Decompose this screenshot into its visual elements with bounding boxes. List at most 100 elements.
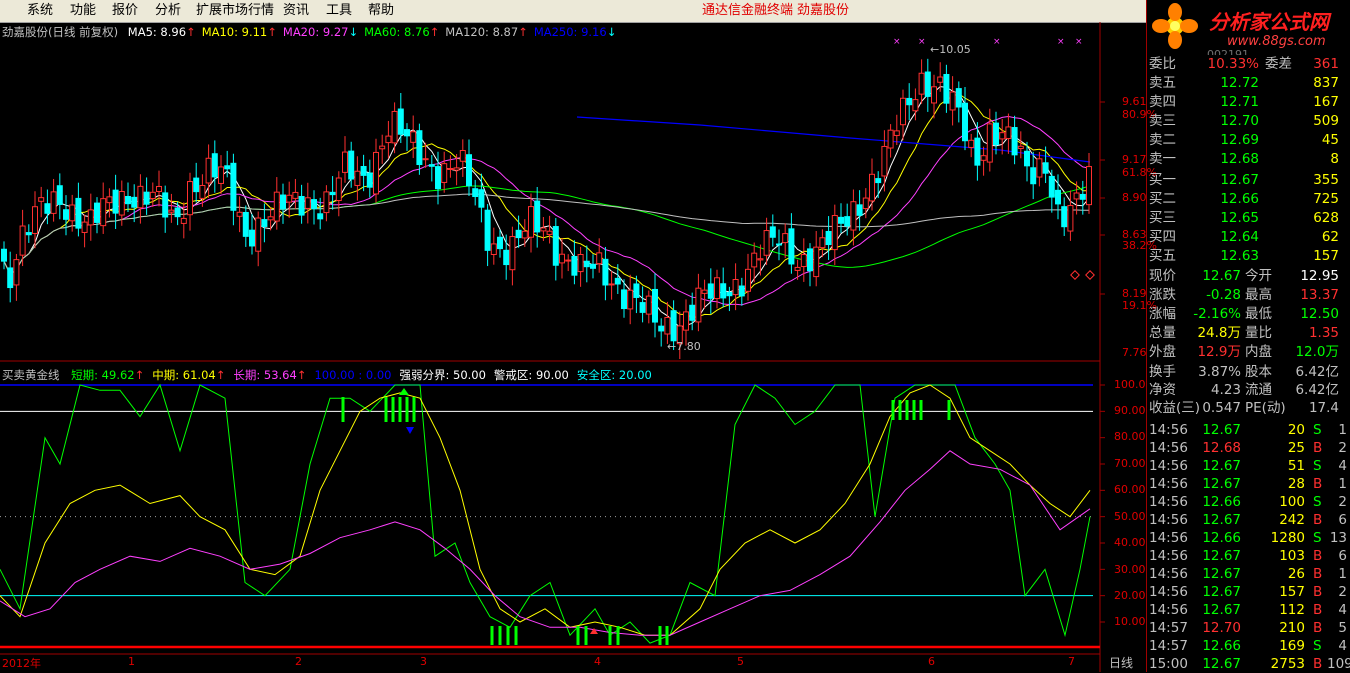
candle-body [1024, 150, 1030, 167]
candle-body [900, 97, 906, 126]
quote-stat-label: 流通 [1245, 382, 1272, 398]
menu-help[interactable]: 帮助 [368, 2, 394, 20]
candle-body [813, 246, 820, 278]
candle-body [391, 110, 398, 144]
price-axis-label: 9.17 [1122, 153, 1147, 166]
tick-time: 14:56 [1149, 458, 1188, 474]
indicator-axis-label: 50.00 [1114, 510, 1146, 523]
candle-body [453, 167, 460, 171]
tick-side: S [1313, 422, 1322, 438]
candle-body [763, 230, 770, 256]
candle-body [546, 230, 553, 235]
sell-level-label: 卖五 [1149, 75, 1176, 91]
candle-body [856, 204, 863, 216]
quote-stat-value: -0.28 [1206, 287, 1241, 303]
tick-volume: 169 [1279, 638, 1305, 654]
candle-body [751, 252, 758, 268]
period-label[interactable]: 日线 [1109, 654, 1133, 671]
candle-body [38, 197, 45, 202]
menu-analysis[interactable]: 分析 [155, 2, 181, 20]
indicator-trend-arrow: ↑ [215, 368, 226, 382]
quote-stat-value: 12.95 [1300, 268, 1339, 284]
candle-body [528, 206, 534, 238]
buy-level-row: 买四 12.64 62 [1147, 228, 1350, 247]
candle-body [931, 86, 937, 104]
quote-stat-value: 3.87% [1198, 364, 1241, 380]
kline-chart[interactable]: × × × × × [0, 22, 1147, 672]
time-axis-label: 4 [594, 655, 601, 668]
candle-body [1055, 189, 1061, 205]
tick-price: 12.67 [1202, 584, 1241, 600]
tick-volume: 112 [1279, 602, 1305, 618]
tick-time: 14:56 [1149, 494, 1188, 510]
tick-row: 14:57 12.70 210 B 5 [1147, 619, 1350, 637]
candle-body [87, 209, 94, 226]
candle-body [552, 226, 559, 266]
candle-body [819, 237, 826, 249]
candle-body [862, 197, 869, 210]
candle-body [348, 150, 355, 180]
menu-tools[interactable]: 工具 [326, 2, 352, 20]
menu-system[interactable]: 系统 [27, 2, 53, 20]
sell-arrow-icon [406, 427, 414, 434]
quote-stat-row: 现价 12.67 今开 12.95 [1147, 267, 1350, 286]
buy-level-label: 买五 [1149, 248, 1176, 264]
candle-body [776, 243, 782, 246]
ma-trend-arrow: ↓ [606, 25, 617, 39]
quote-stat-label: 涨幅 [1149, 306, 1176, 322]
tick-price: 12.67 [1202, 656, 1241, 672]
tick-side: S [1313, 638, 1322, 654]
tick-row: 14:56 12.67 112 B 4 [1147, 601, 1350, 619]
quote-stat-label: 股本 [1245, 364, 1272, 380]
quote-stat-row: 涨跌 -0.28 最高 13.37 [1147, 286, 1350, 305]
menu-extended-market[interactable]: 扩展市场行情 [196, 2, 274, 20]
candle-body [869, 173, 875, 202]
candle-body [1048, 175, 1055, 198]
sell-level-label: 卖一 [1149, 151, 1176, 167]
candle-body [745, 268, 751, 292]
candle-body [218, 166, 224, 184]
quote-stat-value: 0.547 [1202, 400, 1241, 416]
candle-body [1011, 127, 1018, 156]
candle-body [906, 97, 913, 106]
price-axis-label: 7.76 [1122, 346, 1147, 359]
buy-level-price: 12.65 [1220, 210, 1259, 226]
price-grid [0, 22, 1105, 672]
indicator-axis-label: 20.00 [1114, 589, 1146, 602]
menu-quote[interactable]: 报价 [112, 2, 138, 20]
sell-level-price: 12.71 [1220, 94, 1259, 110]
tick-time: 14:56 [1149, 440, 1188, 456]
sell-level-volume: 509 [1313, 113, 1339, 129]
indicator-legend-item: 强弱分界: 50.00 [399, 368, 486, 382]
quote-panel: 委比 10.33% 委差 361 卖五 12.72 837 卖四 12.71 167 卖三 1… [1147, 55, 1350, 672]
quote-stat-label: 收益(三) [1149, 400, 1201, 416]
ma-trend-arrow: ↓ [348, 25, 359, 39]
buy-level-row: 买五 12.63 157 [1147, 247, 1350, 266]
tick-side: S [1313, 494, 1322, 510]
ma-legend-item: MA10: 9.11 [201, 25, 268, 39]
candle-body [955, 88, 962, 108]
quote-stat-label: 量比 [1245, 325, 1272, 341]
sell-level-price: 12.70 [1220, 113, 1259, 129]
price-legend-name: 劲嘉股份(日线 前复权) [2, 25, 119, 39]
candle-body [143, 191, 150, 205]
candle-body [602, 258, 609, 286]
quote-stat-label: 净资 [1149, 382, 1176, 398]
quote-stat-row: 换手 3.87% 股本 6.42亿 [1147, 363, 1350, 382]
tick-row: 14:56 12.67 103 B 6 [1147, 547, 1350, 565]
sell-level-row: 卖三 12.70 509 [1147, 112, 1350, 131]
tick-time: 14:56 [1149, 512, 1188, 528]
candle-body [583, 260, 590, 268]
candle-body [1073, 192, 1080, 200]
candle-body [323, 191, 330, 214]
menu-info[interactable]: 资讯 [283, 2, 309, 20]
price-legend: 劲嘉股份(日线 前复权) MA5: 8.96↑ MA10: 9.11↑ MA20: … [2, 24, 616, 40]
tick-price: 12.66 [1202, 494, 1241, 510]
time-axis-label: 3 [420, 655, 427, 668]
candle-body [63, 209, 69, 220]
candle-body [565, 259, 572, 262]
ma-legend-item: MA5: 8.96 [127, 25, 187, 39]
menu-function[interactable]: 功能 [70, 2, 96, 20]
tick-count: 2 [1338, 440, 1347, 456]
tick-time: 14:56 [1149, 584, 1188, 600]
